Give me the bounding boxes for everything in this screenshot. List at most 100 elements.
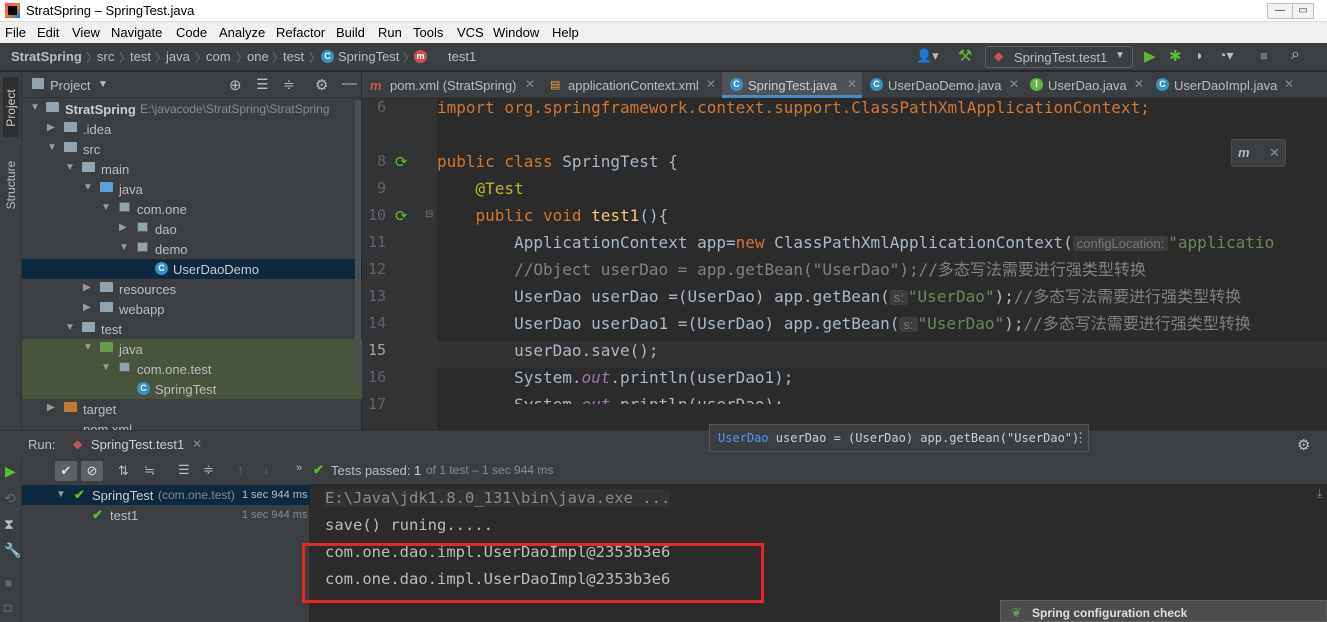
tree-row[interactable]: ▼ java [22,179,362,199]
code-line-15[interactable]: userDao.save(); [437,337,1327,364]
gear-icon[interactable]: ⚙ [1297,436,1310,454]
collapse-all-icon[interactable]: ≑ [203,462,214,478]
menu-view[interactable]: View [72,25,100,40]
menu-code[interactable]: Code [176,25,207,40]
camera-icon[interactable]: ◘ [4,600,12,615]
tree-row[interactable]: C SpringTest [22,379,362,399]
toggle-auto-test-icon[interactable]: ⧗ [4,516,14,533]
more-icon[interactable]: ⋮ [1074,430,1087,446]
tree-row[interactable]: ▼ demo [22,239,362,259]
show-passed-icon[interactable]: ✔ [55,461,77,481]
tree-row[interactable]: pom.xml [22,419,362,430]
code-line-11[interactable]: ApplicationContext app=new ClassPathXmlA… [437,229,1327,256]
close-icon[interactable]: ✕ [706,77,716,91]
maximize-button[interactable]: ▭ [1292,3,1314,19]
previous-failed-icon[interactable]: ↑ [237,462,244,477]
tree-row[interactable]: ▼ com.one.test [22,359,362,379]
breadcrumb-project[interactable]: StratSpring [11,49,82,64]
menu-run[interactable]: Run [378,25,402,40]
code-line-17[interactable]: System.out.println(userDao); [437,391,1327,404]
code-line-14[interactable]: UserDao userDao1 =(UserDao) app.getBean(… [437,310,1327,337]
stop-icon[interactable]: ■ [1260,48,1268,63]
test-suite-row[interactable]: ▼ ✔ SpringTest (com.one.test) 1 sec 944 … [22,485,310,505]
rerun-failed-icon[interactable]: ⟲ [4,490,16,507]
user-icon[interactable]: 👤▾ [916,48,939,64]
code-line-10[interactable]: public void test1(){ [437,202,1327,229]
tree-row[interactable]: ▼ java [22,339,362,359]
chevron-down-icon[interactable]: ▼ [98,79,108,90]
project-scrollbar[interactable] [355,100,361,385]
menu-tools[interactable]: Tools [413,25,443,40]
run-icon[interactable]: ▶ [1144,47,1156,65]
tree-row[interactable]: ▼ src [22,139,362,159]
minimize-button[interactable]: — [1267,3,1293,19]
code-line-16[interactable]: System.out.println(userDao1); [437,364,1327,391]
tree-row[interactable]: ▼ test [22,319,362,339]
menu-vcs[interactable]: VCS [457,25,484,40]
project-panel-title[interactable]: Project [50,78,90,93]
menu-file[interactable]: File [5,25,26,40]
breadcrumb-test[interactable]: test [130,49,151,64]
code-line-13[interactable]: UserDao userDao =(UserDao) app.getBean(s… [437,283,1327,310]
scroll-to-end-icon[interactable]: ⤓ [1317,486,1322,501]
close-icon[interactable]: ✕ [1269,145,1280,161]
run-tab-label[interactable]: SpringTest.test1 [91,437,184,452]
breadcrumb-src[interactable]: src [97,49,114,64]
tree-row[interactable]: ▶ target [22,399,362,419]
wrench-icon[interactable]: 🔧 [4,542,21,559]
close-icon[interactable]: ✕ [847,77,857,91]
breadcrumb-com[interactable]: com [206,49,231,64]
breadcrumb-class[interactable]: SpringTest [338,49,399,64]
expand-all-icon[interactable]: ☰ [178,462,190,478]
code-line-8[interactable]: public class SpringTest { [437,148,1327,175]
tree-row-selected[interactable]: C UserDaoDemo [22,259,362,279]
project-tool-tab[interactable]: Project [3,77,19,137]
profile-icon[interactable]: ◔▾ [1218,47,1233,64]
sort-alpha-icon[interactable]: ⇅ [118,463,129,479]
breadcrumb-method[interactable]: test1 [448,49,476,64]
rerun-icon[interactable]: ▶ [5,463,16,480]
collapse-all-icon[interactable]: ≑ [283,76,295,93]
close-icon[interactable]: ✕ [525,77,535,91]
breadcrumb-one[interactable]: one [247,49,269,64]
tree-row[interactable]: ▶ .idea [22,119,362,139]
notification-balloon[interactable]: ❦ Spring configuration check [1000,600,1327,622]
maven-reload-icon[interactable]: m [1238,145,1250,160]
tree-row[interactable]: ▼ com.one [22,199,362,219]
search-icon[interactable]: ⌕ [1291,46,1300,64]
menu-navigate[interactable]: Navigate [111,25,162,40]
tree-row-root[interactable]: ▼ StratSpring E:\javacode\StratSpring\St… [22,99,362,119]
menu-build[interactable]: Build [336,25,365,40]
more-actions-icon[interactable]: » [296,462,302,474]
run-gutter-icon[interactable]: ⟳ [395,153,408,171]
run-configuration-select[interactable]: ◆ SpringTest.test1 ▼ [985,46,1133,68]
tree-row[interactable]: ▶ resources [22,279,362,299]
test-case-row[interactable]: ✔ test1 1 sec 944 ms [22,505,310,525]
tree-row[interactable]: ▶ webapp [22,299,362,319]
tree-row[interactable]: ▶ dao [22,219,362,239]
locate-icon[interactable]: ⊕ [229,76,242,94]
menu-help[interactable]: Help [552,25,579,40]
close-icon[interactable]: ✕ [1284,77,1294,91]
close-icon[interactable]: ✕ [1134,77,1144,91]
tree-row[interactable]: ▼ main [22,159,362,179]
breadcrumb-test-pkg[interactable]: test [283,49,304,64]
gear-icon[interactable]: ⚙ [315,76,328,94]
menu-analyze[interactable]: Analyze [219,25,265,40]
show-ignored-icon[interactable]: ⊘ [81,461,103,481]
coverage-icon[interactable]: ◑ [1194,47,1202,63]
stop-icon[interactable]: ■ [5,576,12,590]
sort-duration-icon[interactable]: ≒ [144,463,155,479]
hide-panel-icon[interactable]: — [342,75,357,92]
next-failed-icon[interactable]: ↓ [263,462,270,477]
code-line-9[interactable]: @Test [437,175,1327,202]
expand-all-icon[interactable]: ☰ [256,76,269,93]
build-hammer-icon[interactable]: ⚒ [958,46,972,66]
fold-icon[interactable]: ⊟ [425,209,433,220]
run-gutter-icon[interactable]: ⟳ [395,207,408,225]
code-line-6[interactable]: import org.springframework.context.suppo… [437,94,1327,121]
debug-icon[interactable]: ✱ [1169,47,1182,65]
menu-window[interactable]: Window [493,25,539,40]
menu-refactor[interactable]: Refactor [276,25,325,40]
close-icon[interactable]: ✕ [192,437,202,451]
